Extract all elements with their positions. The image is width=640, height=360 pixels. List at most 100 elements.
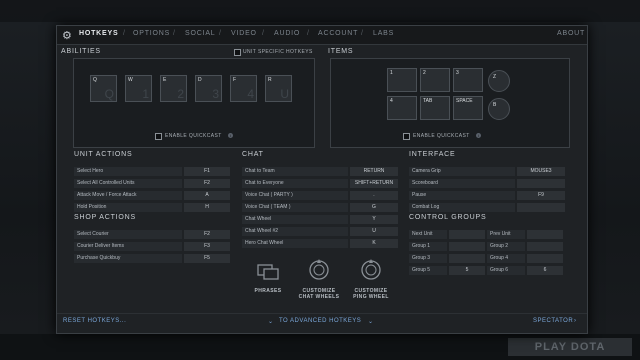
item-key-label: SPACE — [456, 98, 473, 104]
ability-key-w[interactable]: W1 — [125, 75, 152, 102]
hotkey-group-1[interactable] — [449, 242, 485, 251]
hotkey-voice-team[interactable]: G — [350, 203, 398, 212]
hotkey-label-combat-log: Combat Log — [409, 203, 515, 212]
hotkey-select-hero[interactable]: F1 — [184, 167, 230, 176]
ping-wheel-icon — [361, 259, 381, 280]
hotkey-attack-move[interactable]: A — [184, 191, 230, 200]
items-box: 1 2 3 Z 4 TAB SPACE B ENABLE QUICKCAST i — [330, 58, 570, 148]
ability-key-f[interactable]: F4 — [230, 75, 257, 102]
hotkey-prev-unit[interactable] — [527, 230, 563, 239]
advanced-hotkeys-link[interactable]: TO ADVANCED HOTKEYS — [279, 318, 361, 324]
hotkey-combat-log[interactable] — [517, 203, 565, 212]
hotkey-camera-grip[interactable]: MOUSE3 — [517, 167, 565, 176]
ability-key-label: E — [163, 77, 167, 83]
hotkey-scoreboard[interactable] — [517, 179, 565, 188]
hotkey-label-select-courier: Select Courier — [74, 230, 182, 239]
tab-separator: / — [262, 30, 264, 37]
hotkey-hold-position[interactable]: H — [184, 203, 230, 212]
customize-ping-wheel-label-line2: PING WHEEL — [353, 294, 389, 300]
chat-title: CHAT — [242, 151, 264, 158]
abilities-box: QQ W1 E2 D3 F4 RU ENABLE QUICKCAST i — [73, 58, 315, 148]
hotkey-label-group-5: Group 5 — [409, 266, 447, 275]
hotkey-hero-chat-wheel[interactable]: K — [350, 239, 398, 248]
hotkey-next-unit[interactable] — [449, 230, 485, 239]
ability-key-q[interactable]: QQ — [90, 75, 117, 102]
hotkey-label-pause: Pause — [409, 191, 515, 200]
neutral-item-slot[interactable]: Z — [488, 70, 510, 92]
item-key-label: Z — [493, 74, 497, 80]
item-slot-6[interactable]: SPACE — [453, 96, 483, 120]
tab-hotkeys[interactable]: HOTKEYS — [79, 30, 118, 37]
hotkey-chat-wheel[interactable]: Y — [350, 215, 398, 224]
hotkey-pause[interactable]: F9 — [517, 191, 565, 200]
item-slot-5[interactable]: TAB — [420, 96, 450, 120]
tab-options[interactable]: OPTIONS — [133, 30, 170, 37]
hotkey-purchase-quickbuy[interactable]: F5 — [184, 254, 230, 263]
abilities-quickcast-label: ENABLE QUICKCAST — [165, 133, 222, 139]
ability-key-r[interactable]: RU — [265, 75, 292, 102]
hotkey-select-all-units[interactable]: F2 — [184, 179, 230, 188]
info-icon[interactable]: i — [228, 133, 233, 138]
spectator-link[interactable]: SPECTATOR — [533, 318, 573, 324]
control-groups-title: CONTROL GROUPS — [409, 214, 487, 221]
item-key-label: B — [493, 102, 497, 108]
hotkey-label-select-hero: Select Hero — [74, 167, 182, 176]
hotkey-label-group-6: Group 6 — [487, 266, 525, 275]
abilities-quickcast-checkbox[interactable] — [155, 133, 162, 140]
ability-slot-number: 3 — [212, 87, 219, 101]
item-slot-3[interactable]: 3 — [453, 68, 483, 92]
hotkey-label-voice-team: Voice Chat ( TEAM ) — [242, 203, 348, 212]
hotkey-chat-wheel-2[interactable]: U — [350, 227, 398, 236]
play-dota-button[interactable]: PLAY DOTA — [508, 338, 632, 356]
hotkey-label-hold-position: Hold Position — [74, 203, 182, 212]
ability-key-d[interactable]: D3 — [195, 75, 222, 102]
chevron-down-icon: ⌄ — [368, 319, 374, 325]
gear-icon[interactable]: ⚙ — [62, 29, 72, 42]
hotkey-label-chat-wheel-2: Chat Wheel #2 — [242, 227, 348, 236]
hotkey-group-5[interactable]: 5 — [449, 266, 485, 275]
abilities-title: ABILITIES — [61, 48, 101, 55]
chat-wheel-icon — [309, 259, 329, 280]
items-quickcast-label: ENABLE QUICKCAST — [413, 133, 470, 139]
item-key-label: 4 — [390, 98, 393, 104]
items-quickcast-checkbox[interactable] — [403, 133, 410, 140]
tab-audio[interactable]: AUDIO — [274, 30, 300, 37]
reset-hotkeys-link[interactable]: RESET HOTKEYS... — [63, 318, 126, 324]
interface-title: INTERFACE — [409, 151, 456, 158]
hotkey-label-chat-wheel: Chat Wheel — [242, 215, 348, 224]
tab-about[interactable]: ABOUT — [557, 30, 585, 37]
hotkey-group-6[interactable]: 6 — [527, 266, 563, 275]
tab-social[interactable]: SOCIAL — [185, 30, 215, 37]
hotkey-chat-team[interactable]: RETURN — [350, 167, 398, 176]
ability-key-label: R — [268, 77, 272, 83]
hotkey-group-3[interactable] — [449, 254, 485, 263]
unit-specific-hotkeys-checkbox[interactable] — [234, 49, 241, 56]
footer-divider — [57, 313, 587, 314]
item-slot-1[interactable]: 1 — [387, 68, 417, 92]
ability-key-label: D — [198, 77, 202, 83]
tp-scroll-slot[interactable]: B — [488, 98, 510, 120]
hotkey-group-4[interactable] — [527, 254, 563, 263]
shop-actions-title: SHOP ACTIONS — [74, 214, 136, 221]
ability-slot-number: 1 — [142, 87, 149, 101]
ability-key-e[interactable]: E2 — [160, 75, 187, 102]
hotkey-voice-party[interactable]: . — [350, 191, 398, 200]
chevron-right-icon: › — [574, 318, 577, 324]
hotkey-select-courier[interactable]: F2 — [184, 230, 230, 239]
hotkey-chat-everyone[interactable]: SHIFT+RETURN — [350, 179, 398, 188]
tab-video[interactable]: VIDEO — [231, 30, 257, 37]
settings-panel: ⚙ HOTKEYS / OPTIONS / SOCIAL / VIDEO / A… — [56, 25, 588, 334]
hotkey-courier-deliver[interactable]: F3 — [184, 242, 230, 251]
customize-chat-wheels-label-line2: CHAT WHEELS — [298, 294, 340, 300]
item-slot-2[interactable]: 2 — [420, 68, 450, 92]
settings-tab-bar: ⚙ HOTKEYS / OPTIONS / SOCIAL / VIDEO / A… — [57, 26, 587, 45]
info-icon[interactable]: i — [476, 133, 481, 138]
hotkey-label-attack-move: Attack Move / Force Attack — [74, 191, 182, 200]
item-slot-4[interactable]: 4 — [387, 96, 417, 120]
hotkey-group-2[interactable] — [527, 242, 563, 251]
item-key-label: TAB — [423, 98, 433, 104]
hotkey-label-next-unit: Next Unit — [409, 230, 447, 239]
tab-labs[interactable]: LABS — [373, 30, 394, 37]
tab-separator: / — [219, 30, 221, 37]
tab-account[interactable]: ACCOUNT — [318, 30, 358, 37]
